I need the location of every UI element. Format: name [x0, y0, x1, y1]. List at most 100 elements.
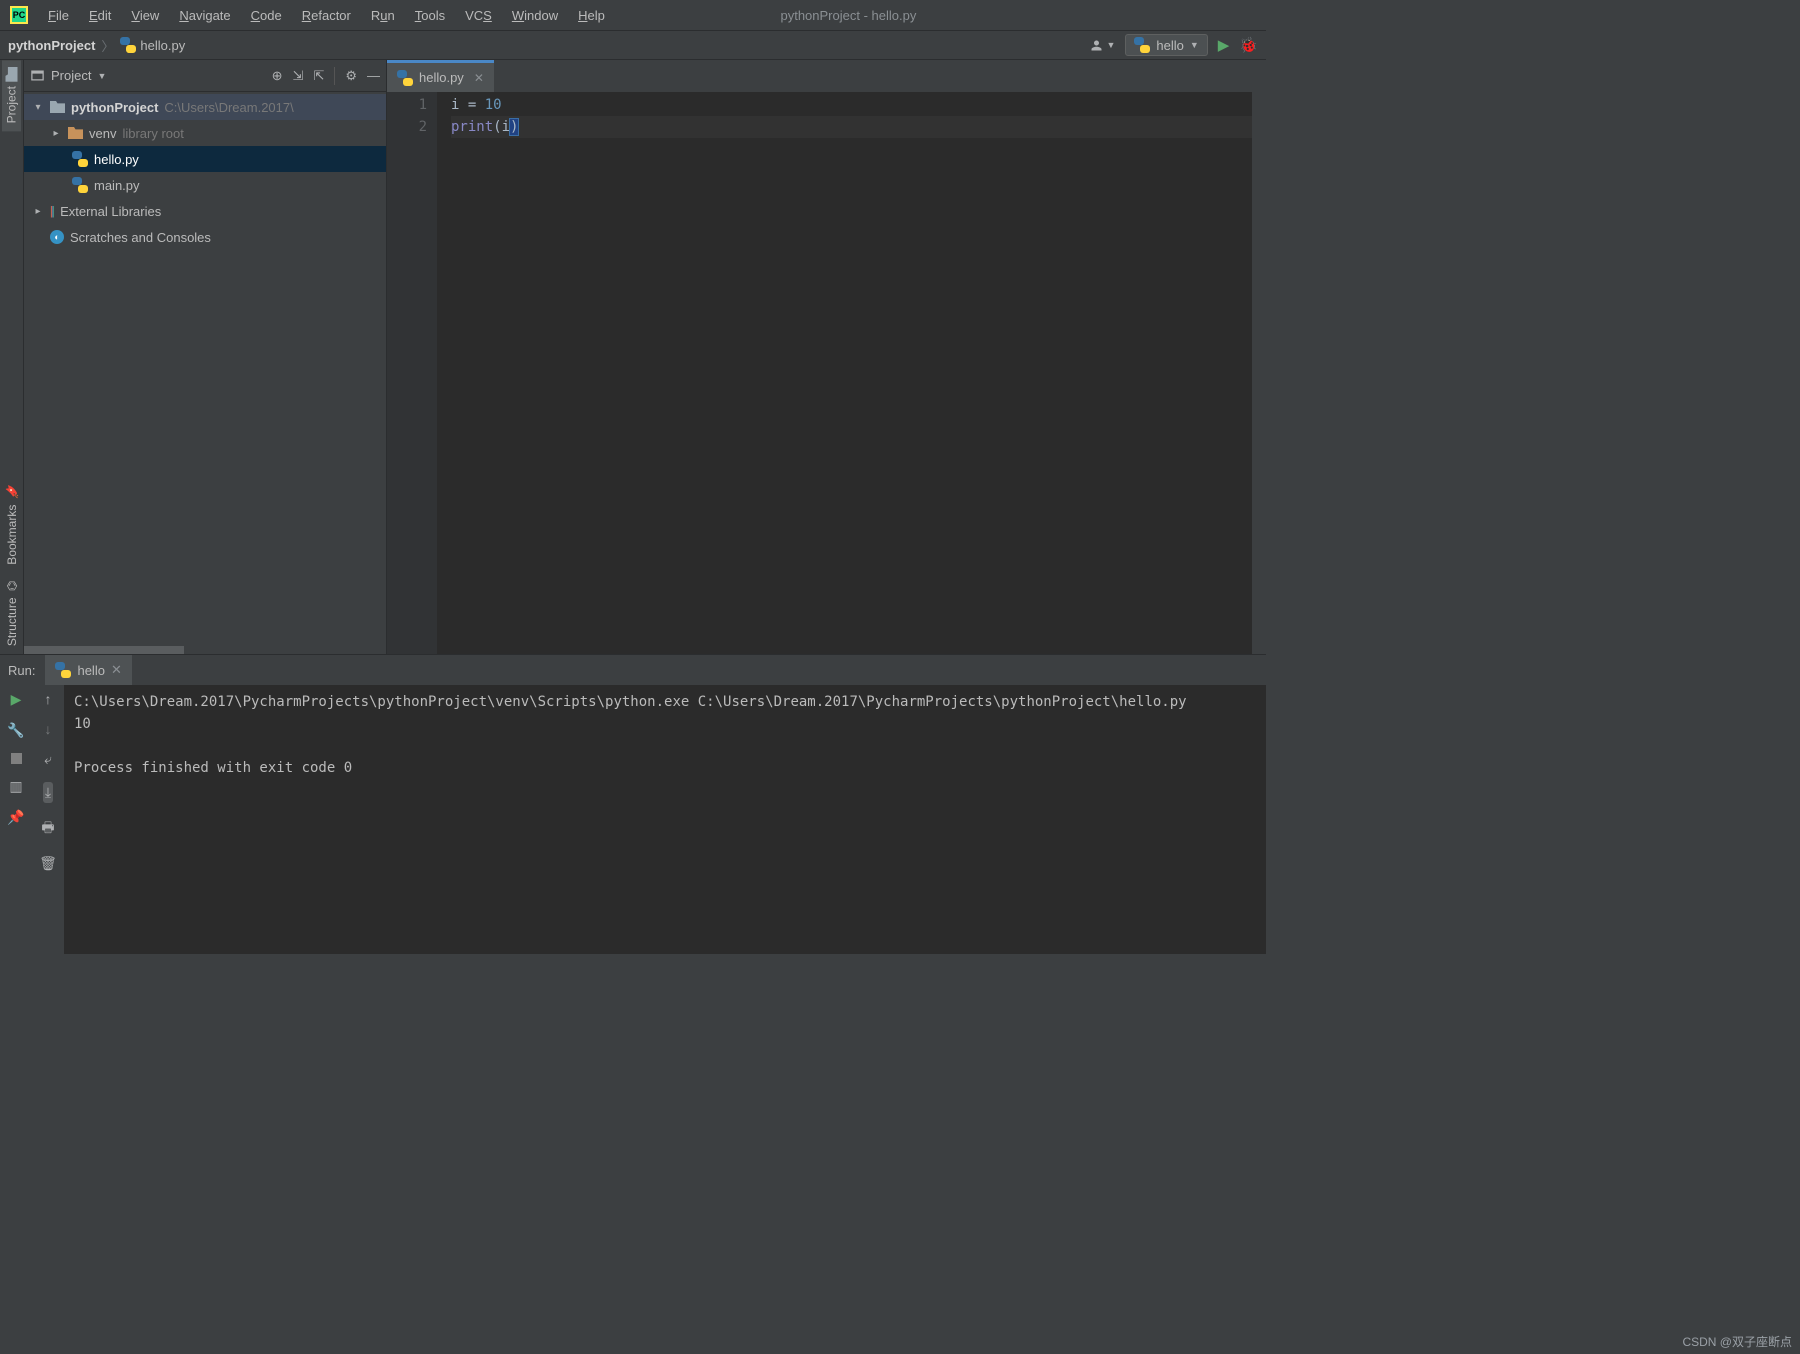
tree-external-label: External Libraries: [60, 204, 161, 219]
project-tree[interactable]: ▾ pythonProject C:\Users\Dream.2017\ ▸ v…: [24, 92, 386, 646]
tree-file-label: main.py: [94, 178, 140, 193]
menu-navigate[interactable]: Navigate: [169, 4, 240, 27]
stop-button[interactable]: [11, 753, 22, 764]
tree-scratches[interactable]: ◐ Scratches and Consoles: [24, 224, 386, 250]
editor-tab-hello[interactable]: hello.py ✕: [387, 60, 494, 92]
editor-v-scrollbar[interactable]: [1252, 92, 1266, 654]
close-icon[interactable]: ✕: [111, 662, 122, 678]
menu-window[interactable]: Window: [502, 4, 568, 27]
python-icon: [55, 662, 71, 678]
code-line[interactable]: print(i): [451, 116, 1252, 138]
python-file-icon: [397, 70, 413, 86]
window-title: pythonProject - hello.py: [615, 8, 1082, 23]
tree-root-path: C:\Users\Dream.2017\: [164, 100, 293, 115]
editor-area: hello.py ✕ 1 2 i = 10 print(i): [387, 60, 1266, 654]
breadcrumb[interactable]: pythonProject 〉 hello.py: [8, 36, 185, 55]
wrench-icon[interactable]: 🔧: [7, 722, 24, 739]
tree-file-hello[interactable]: hello.py: [24, 146, 386, 172]
up-arrow-icon[interactable]: ↑: [45, 691, 52, 707]
breadcrumb-project[interactable]: pythonProject: [8, 38, 95, 53]
expand-arrow[interactable]: ▸: [50, 128, 62, 139]
trash-icon[interactable]: 🗑: [39, 855, 57, 872]
expand-arrow[interactable]: ▸: [32, 206, 44, 217]
pin-icon[interactable]: 📌: [7, 809, 24, 826]
tree-venv-name: venv: [89, 126, 116, 141]
project-tab-label: Project: [5, 86, 19, 123]
soft-wrap-icon[interactable]: ⤶: [44, 751, 52, 768]
gear-icon[interactable]: ⚙: [345, 68, 357, 84]
tree-scratches-label: Scratches and Consoles: [70, 230, 211, 245]
run-toolbar-primary: ▶ 🔧 ▥ 📌: [0, 685, 32, 954]
folder-icon: [50, 101, 65, 113]
libraries-icon: |||: [50, 204, 54, 218]
run-tab-label: hello: [77, 663, 104, 678]
project-tool-tab[interactable]: Project: [2, 60, 21, 131]
menu-edit[interactable]: Edit: [79, 4, 121, 27]
run-config-selector[interactable]: hello ▼: [1125, 34, 1207, 56]
tree-venv[interactable]: ▸ venv library root: [24, 120, 386, 146]
layout-icon[interactable]: ▥: [9, 778, 22, 795]
folder-icon: [6, 67, 18, 82]
close-icon[interactable]: ✕: [474, 71, 484, 85]
rerun-button[interactable]: ▶: [11, 691, 22, 708]
expand-arrow[interactable]: ▾: [32, 102, 44, 113]
code-content[interactable]: i = 10 print(i): [437, 92, 1252, 654]
menu-view[interactable]: View: [121, 4, 169, 27]
menu-run[interactable]: Run: [361, 4, 405, 27]
print-icon[interactable]: 🖶: [41, 817, 54, 841]
bookmarks-tab-label: Bookmarks: [5, 505, 19, 565]
tree-venv-hint: library root: [122, 126, 183, 141]
project-view-icon: [30, 68, 45, 83]
line-gutter: 1 2: [387, 92, 437, 654]
folder-icon: [68, 127, 83, 139]
scroll-to-end-icon[interactable]: ⤓: [43, 782, 53, 803]
bookmarks-tool-tab[interactable]: Bookmarks 🔖: [3, 476, 21, 573]
minimize-icon[interactable]: —: [367, 68, 380, 83]
menu-tools[interactable]: Tools: [405, 4, 455, 27]
python-file-icon: [72, 177, 88, 193]
line-number: 1: [387, 94, 427, 116]
separator: [334, 67, 335, 85]
menu-vcs[interactable]: VCS: [455, 4, 502, 27]
breadcrumb-separator: 〉: [101, 36, 114, 55]
tree-file-main[interactable]: main.py: [24, 172, 386, 198]
tree-root[interactable]: ▾ pythonProject C:\Users\Dream.2017\: [24, 94, 386, 120]
tree-file-label: hello.py: [94, 152, 139, 167]
run-toolbar-secondary: ↑ ↓ ⤶ ⤓ 🖶 🗑: [32, 685, 64, 954]
chevron-down-icon[interactable]: ▼: [97, 71, 106, 81]
menu-help[interactable]: Help: [568, 4, 615, 27]
sidebar-header: Project ▼ ⊕ ⇲ ⇱ ⚙ —: [24, 60, 386, 92]
run-button[interactable]: ▶: [1218, 36, 1230, 54]
editor-body[interactable]: 1 2 i = 10 print(i): [387, 92, 1266, 654]
run-tab-hello[interactable]: hello ✕: [45, 655, 131, 685]
editor-tab-label: hello.py: [419, 70, 464, 85]
structure-tool-tab[interactable]: Structure ⌬: [3, 573, 21, 654]
expand-all-icon[interactable]: ⇲: [293, 68, 304, 84]
code-line[interactable]: i = 10: [451, 94, 1252, 116]
editor-tabs: hello.py ✕: [387, 60, 1266, 92]
breadcrumb-file[interactable]: hello.py: [140, 38, 185, 53]
menu-file[interactable]: File: [38, 4, 79, 27]
navbar: pythonProject 〉 hello.py ▼ hello ▼ ▶ 🐞: [0, 30, 1266, 60]
python-file-icon: [120, 37, 136, 53]
watermark: CSDN @双子座断点: [1682, 1333, 1792, 1350]
scrollbar-thumb[interactable]: [24, 646, 184, 654]
tree-external-libs[interactable]: ▸ ||| External Libraries: [24, 198, 386, 224]
user-dropdown[interactable]: ▼: [1089, 38, 1115, 53]
structure-tab-label: Structure: [5, 597, 19, 646]
menu-code[interactable]: Code: [241, 4, 292, 27]
tree-root-name: pythonProject: [71, 100, 158, 115]
down-arrow-icon[interactable]: ↓: [45, 721, 52, 737]
debug-button[interactable]: 🐞: [1239, 36, 1258, 54]
user-icon: [1089, 38, 1104, 53]
output-command: C:\Users\Dream.2017\PycharmProjects\pyth…: [74, 694, 1187, 710]
run-tabs: Run: hello ✕: [0, 655, 1266, 685]
output-exit: Process finished with exit code 0: [74, 760, 352, 776]
sidebar-title[interactable]: Project: [51, 68, 91, 83]
collapse-all-icon[interactable]: ⇱: [313, 68, 324, 84]
locate-icon[interactable]: ⊕: [272, 68, 283, 84]
menu-refactor[interactable]: Refactor: [292, 4, 361, 27]
run-output[interactable]: C:\Users\Dream.2017\PycharmProjects\pyth…: [64, 685, 1266, 954]
line-number: 2: [387, 116, 427, 138]
sidebar-h-scrollbar[interactable]: [24, 646, 386, 654]
